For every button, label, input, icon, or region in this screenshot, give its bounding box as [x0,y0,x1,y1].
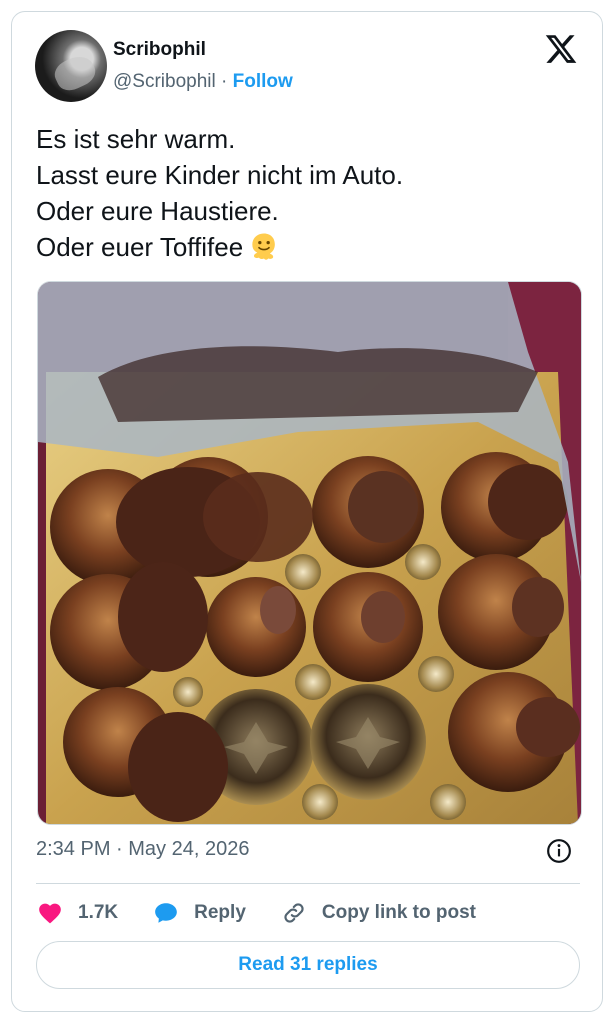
reply-bubble-icon [155,903,177,923]
toffifee-photo [38,282,581,824]
author-handle-row: @Scribophil · Follow [113,71,293,93]
heart-icon [39,903,61,924]
tweet-text: Es ist sehr warm. Lasst eure Kinder nich… [36,121,403,265]
melting-face-icon [252,233,276,260]
author-name[interactable]: Scribophil [113,39,206,61]
author-handle[interactable]: @Scribophil [113,71,216,92]
tweet-photo[interactable] [37,281,582,825]
avatar[interactable] [35,30,107,102]
copy-link-label: Copy link to post [321,902,476,923]
like-button[interactable]: 1.7K [36,900,118,926]
tweet-body: Es ist sehr warm. Lasst eure Kinder nich… [36,124,404,262]
divider [36,883,580,884]
x-logo-icon[interactable] [544,32,578,66]
reply-button[interactable]: Reply [152,900,246,926]
handle-separator: · [221,71,228,92]
timestamp[interactable]: 2:34 PM · May 24, 2026 [36,838,249,861]
info-icon[interactable] [546,838,572,864]
tweet-card: Scribophil @Scribophil · Follow Es ist s… [11,11,603,1012]
read-replies-button[interactable]: Read 31 replies [36,941,580,989]
copy-link-button[interactable]: Copy link to post [280,900,476,926]
action-bar: 1.7K Reply Copy link to post [36,898,510,928]
follow-button[interactable]: Follow [233,71,293,92]
link-icon [284,903,304,923]
like-count: 1.7K [78,902,119,923]
reply-label: Reply [194,902,246,923]
